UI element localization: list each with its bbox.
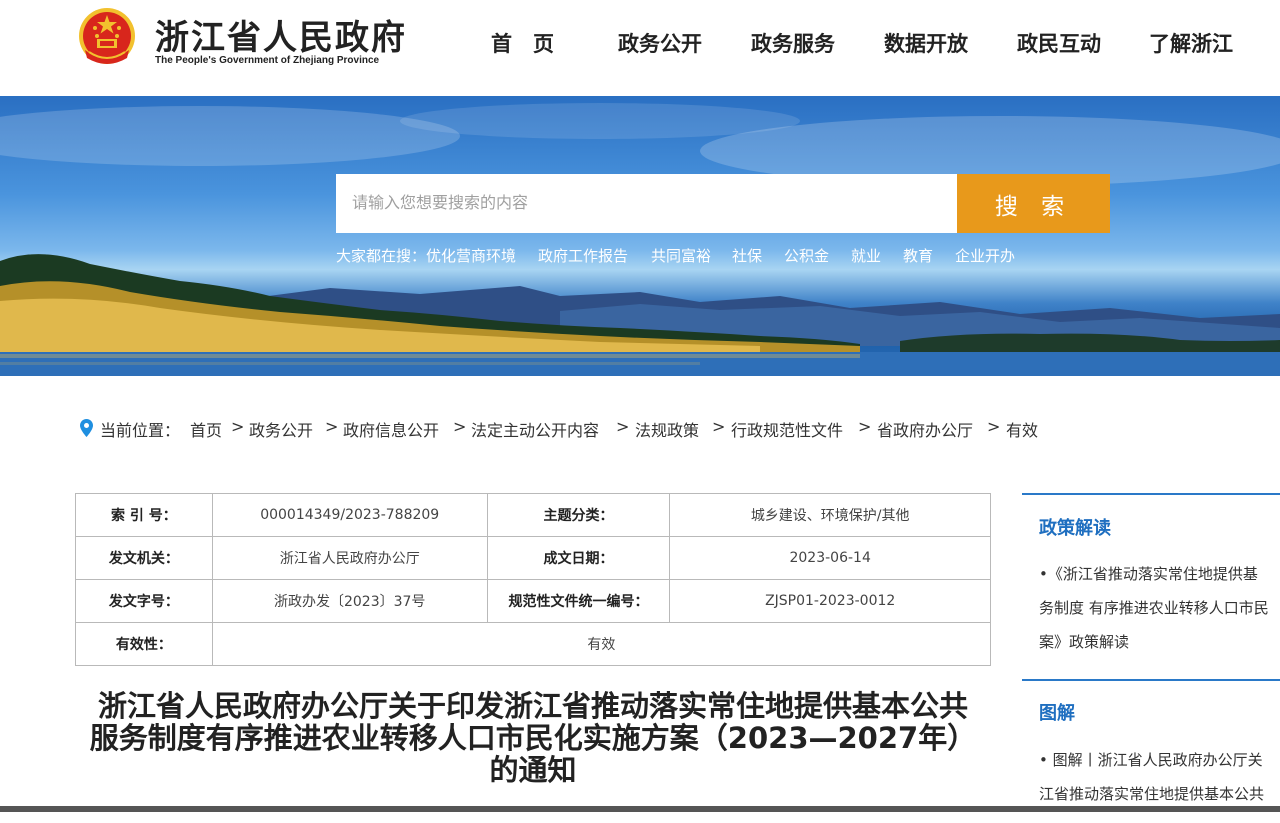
policy-interpretation-heading[interactable]: 政策解读: [1039, 514, 1111, 540]
docno-value: 浙政办发〔2023〕37号: [211, 579, 488, 623]
policy-interpretation-link[interactable]: 务制度 有序推进农业转移人口市民: [1039, 591, 1280, 625]
breadcrumb-item[interactable]: 行政规范性文件: [731, 417, 843, 441]
breadcrumb-item[interactable]: 法规政策: [635, 417, 699, 441]
nav-open-data[interactable]: 数据开放: [884, 28, 968, 58]
breadcrumb-item-current[interactable]: 有效: [1006, 417, 1038, 441]
date-label: 成文日期：: [486, 536, 671, 580]
breadcrumb-item[interactable]: 法定主动公开内容: [471, 417, 599, 441]
breadcrumb-separator: >: [453, 417, 467, 436]
graphic-interpretation-heading[interactable]: 图解: [1039, 699, 1075, 725]
issuer-label: 发文机关：: [75, 536, 213, 580]
table-row: 有效性： 有效: [75, 622, 992, 666]
code-value: ZJSP01-2023-0012: [669, 579, 991, 623]
breadcrumb-label: 当前位置：: [100, 421, 181, 440]
hot-search-link[interactable]: 优化营商环境: [426, 245, 516, 266]
breadcrumb-item[interactable]: 首页: [190, 417, 222, 441]
document-title-line: 服务制度有序推进农业转移人口市民化实施方案（2023—2027年）: [89, 721, 977, 755]
table-row: 发文机关： 浙江省人民政府办公厅 成文日期： 2023-06-14: [75, 536, 991, 580]
hot-search-link[interactable]: 政府工作报告: [538, 245, 628, 266]
site-header: 浙江省人民政府 The People's Government of Zheji…: [0, 0, 1280, 96]
topic-value: 城乡建设、环境保护/其他: [669, 493, 991, 537]
breadcrumb-item[interactable]: 政务公开: [249, 417, 313, 441]
hot-search-link[interactable]: 公积金: [784, 245, 829, 266]
topic-label: 主题分类：: [486, 493, 671, 537]
nav-government-services[interactable]: 政务服务: [751, 28, 835, 58]
breadcrumb-item[interactable]: 省政府办公厅: [877, 417, 973, 441]
bottom-edge: [0, 806, 1280, 812]
document-title: 浙江省人民政府办公厅关于印发浙江省推动落实常住地提供基本公共 服务制度有序推进农…: [75, 690, 991, 786]
validity-value: 有效: [211, 622, 992, 666]
graphic-interpretation-link[interactable]: • 图解丨浙江省人民政府办公厅关: [1039, 743, 1280, 777]
lake-scenery-image: [0, 103, 1280, 376]
nav-home[interactable]: 首 页: [491, 28, 554, 58]
nav-interaction[interactable]: 政民互动: [1017, 28, 1101, 58]
breadcrumb-separator: >: [987, 417, 1001, 436]
date-value: 2023-06-14: [669, 536, 991, 580]
hot-search-link[interactable]: 就业: [851, 245, 881, 266]
search-button[interactable]: 搜 索: [957, 174, 1110, 233]
breadcrumb-separator: >: [325, 417, 339, 436]
hot-search-link[interactable]: 共同富裕: [651, 245, 711, 266]
code-label: 规范性文件统一编号：: [486, 579, 671, 623]
issuer-value: 浙江省人民政府办公厅: [211, 536, 488, 580]
policy-interpretation-link[interactable]: 案》政策解读: [1039, 625, 1280, 659]
hot-search-link[interactable]: 企业开办: [955, 245, 1015, 266]
hot-searches-label: 大家都在搜：: [336, 247, 427, 265]
breadcrumb-item[interactable]: 政府信息公开: [343, 417, 439, 441]
hero-banner: 搜 索 大家都在搜： 优化营商环境 政府工作报告 共同富裕 社保 公积金 就业 …: [0, 96, 1280, 376]
document-title-line: 浙江省人民政府办公厅关于印发浙江省推动落实常住地提供基本公共: [97, 689, 968, 723]
document-title-line: 的通知: [489, 753, 577, 787]
docno-label: 发文字号：: [75, 579, 213, 623]
location-pin-icon: [80, 419, 93, 437]
table-row: 索 引 号： 000014349/2023-788209 主题分类： 城乡建设、…: [75, 493, 991, 537]
search-input[interactable]: [336, 174, 957, 233]
nav-government-affairs[interactable]: 政务公开: [618, 28, 702, 58]
section-divider: [1022, 679, 1280, 681]
document-meta-table: 索 引 号： 000014349/2023-788209 主题分类： 城乡建设、…: [75, 493, 992, 666]
hot-search-link[interactable]: 教育: [903, 245, 933, 266]
policy-interpretation-link[interactable]: •《浙江省推动落实常住地提供基: [1039, 557, 1280, 591]
hot-search-link[interactable]: 社保: [732, 245, 762, 266]
index-label: 索 引 号：: [75, 493, 213, 537]
breadcrumb-separator: >: [616, 417, 630, 436]
sidebar: 政策解读 •《浙江省推动落实常住地提供基 务制度 有序推进农业转移人口市民 案》…: [1022, 493, 1280, 823]
nav-about-zhejiang[interactable]: 了解浙江: [1149, 28, 1233, 58]
main-nav: 首 页 政务公开 政务服务 数据开放 政民互动 了解浙江: [0, 28, 1280, 58]
breadcrumb-separator: >: [858, 417, 872, 436]
validity-label: 有效性：: [75, 622, 213, 666]
breadcrumb-separator: >: [231, 417, 245, 436]
index-value: 000014349/2023-788209: [211, 493, 488, 537]
table-row: 发文字号： 浙政办发〔2023〕37号 规范性文件统一编号： ZJSP01-20…: [75, 579, 991, 623]
breadcrumb-separator: >: [712, 417, 726, 436]
